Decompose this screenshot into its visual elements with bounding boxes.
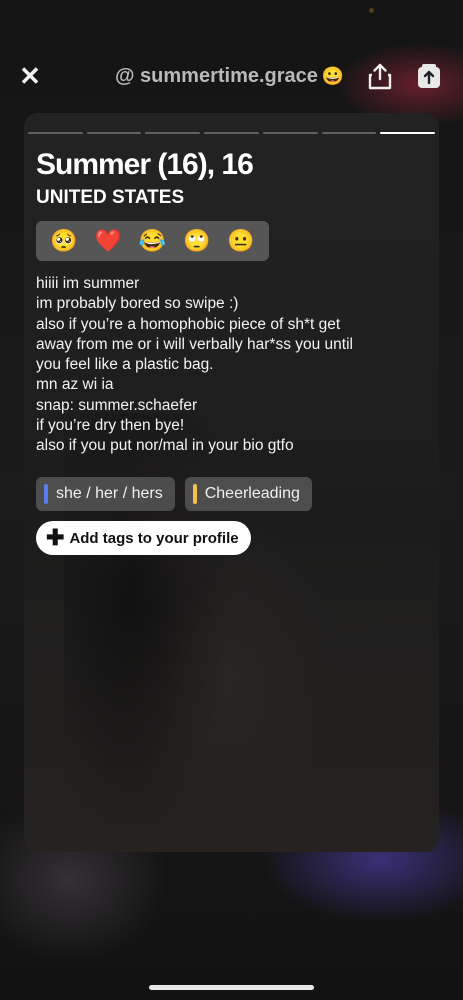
username-handle[interactable]: @ summertime.grace 😀 bbox=[115, 65, 344, 88]
profile-name: Summer (16), 16 bbox=[36, 148, 254, 181]
tag-icon bbox=[418, 64, 440, 88]
camera-indicator bbox=[369, 8, 374, 13]
bio-line: mn az wi ia bbox=[36, 376, 114, 394]
tag-label: she / her / hers bbox=[56, 485, 163, 502]
neutral-face-emoji[interactable]: 😐 bbox=[227, 228, 254, 254]
red-heart-emoji[interactable]: ❤️ bbox=[95, 228, 122, 254]
bio-line: snap: summer.schaefer bbox=[36, 396, 198, 414]
bio-line: you feel like a plastic bag. bbox=[36, 356, 214, 374]
progress-segment bbox=[86, 132, 142, 134]
share-button[interactable] bbox=[365, 61, 395, 91]
progress-segment bbox=[204, 132, 259, 134]
tag-color-bar bbox=[44, 484, 48, 504]
bio-line: im probably bored so swipe :) bbox=[36, 295, 239, 313]
profile-tag-button[interactable] bbox=[414, 61, 444, 91]
add-tags-button[interactable]: ✚ Add tags to your profile bbox=[36, 521, 251, 555]
close-button[interactable]: ✕ bbox=[16, 60, 44, 91]
eye-roll-emoji[interactable]: 🙄 bbox=[183, 228, 210, 254]
progress-segment bbox=[28, 132, 83, 134]
home-indicator[interactable] bbox=[149, 985, 314, 990]
tag-color-bar bbox=[192, 484, 197, 504]
progress-segment bbox=[321, 132, 377, 134]
progress-segment bbox=[262, 132, 318, 134]
profile-card[interactable]: Summer (16), 16 UNITED STATES 🥺 ❤️ 😂 🙄 😐… bbox=[24, 113, 439, 852]
emoji-reaction-bar: 🥺 ❤️ 😂 🙄 😐 bbox=[36, 221, 269, 261]
tears-of-joy-emoji[interactable]: 😂 bbox=[139, 228, 166, 254]
bio-line: if you’re dry then bye! bbox=[36, 417, 185, 435]
handle-emoji: 😀 bbox=[321, 66, 345, 86]
profile-tags: she / her / hers Cheerleading bbox=[36, 477, 312, 511]
bio-line: away from me or i will verbally har*ss y… bbox=[36, 335, 353, 353]
profile-bio: hiiii im summer im probably bored so swi… bbox=[36, 274, 431, 457]
progress-segment bbox=[145, 132, 201, 134]
add-tags-label: Add tags to your profile bbox=[69, 529, 239, 547]
tag-label: Cheerleading bbox=[204, 485, 300, 502]
story-progress bbox=[28, 132, 436, 134]
plus-icon: ✚ bbox=[46, 525, 65, 550]
share-icon bbox=[368, 63, 392, 90]
top-bar: ✕ @ summertime.grace 😀 bbox=[0, 58, 463, 98]
profile-country: UNITED STATES bbox=[36, 187, 185, 208]
progress-segment bbox=[380, 132, 436, 134]
pronouns-tag[interactable]: she / her / hers bbox=[36, 477, 175, 511]
close-icon: ✕ bbox=[19, 60, 41, 91]
handle-text: @ summertime.grace bbox=[115, 65, 318, 87]
bio-line: also if you put nor/mal in your bio gtfo bbox=[36, 437, 294, 455]
bio-line: also if you’re a homophobic piece of sh*… bbox=[36, 315, 341, 333]
interest-tag[interactable]: Cheerleading bbox=[184, 477, 312, 511]
pleading-face-emoji[interactable]: 🥺 bbox=[50, 228, 77, 254]
bio-line: hiiii im summer bbox=[36, 275, 140, 292]
